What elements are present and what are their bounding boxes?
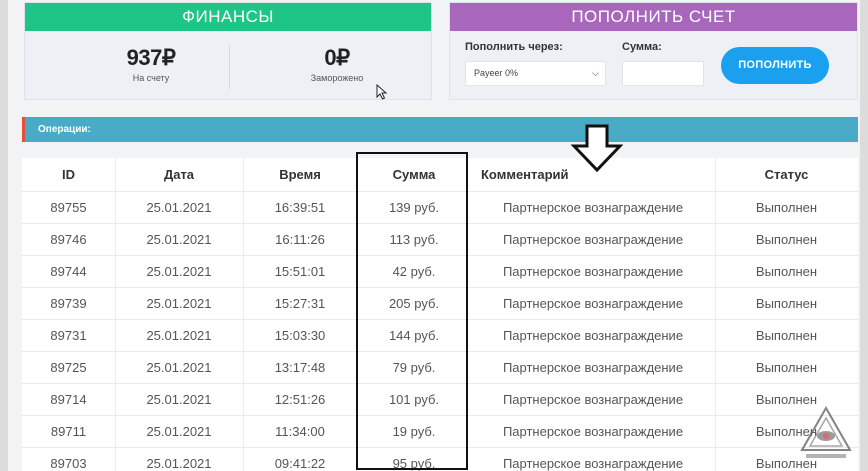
cell-time: 13:17:48 — [274, 360, 326, 375]
payment-method-select[interactable]: Payeer 0% ⌵ — [465, 61, 606, 86]
down-arrow-icon — [571, 124, 623, 172]
cell-time: 11:34:00 — [275, 424, 325, 439]
frozen-amount: 0₽ — [324, 45, 350, 70]
cell-status: Выполнен — [755, 328, 818, 343]
operations-title: Операции: — [38, 124, 91, 135]
column-header-status[interactable]: Статус — [715, 158, 858, 191]
topup-card: ПОПОЛНИТЬ СЧЕТ Пополнить через: Сумма: P… — [449, 2, 858, 100]
left-margin — [0, 0, 8, 471]
cell-date: 25.01.2021 — [146, 456, 212, 471]
finance-divider — [229, 45, 230, 89]
cell-date: 25.01.2021 — [146, 200, 212, 215]
topup-button[interactable]: ПОПОЛНИТЬ — [721, 47, 829, 84]
sum-label: Сумма: — [622, 41, 662, 53]
cell-comment: Партнерское вознаграждение — [502, 328, 684, 343]
cell-status: Выполнен — [755, 232, 818, 247]
column-divider — [715, 158, 716, 471]
cell-comment: Партнерское вознаграждение — [502, 232, 684, 247]
cell-date: 25.01.2021 — [146, 232, 212, 247]
chevron-down-icon: ⌵ — [592, 68, 599, 78]
finance-card: ФИНАНСЫ 937₽ На счету 0₽ Заморожено — [24, 2, 432, 100]
page: ФИНАНСЫ 937₽ На счету 0₽ Заморожено ПОПО… — [0, 0, 868, 471]
cell-id: 89755 — [50, 200, 87, 215]
cell-time: 15:03:30 — [274, 328, 326, 343]
cell-time: 12:51:26 — [274, 392, 326, 407]
cell-id: 89731 — [50, 328, 87, 343]
cell-time: 09:41:22 — [274, 456, 326, 471]
cell-status: Выполнен — [755, 296, 818, 311]
cell-id: 89725 — [50, 360, 87, 375]
frozen-block: 0₽ Заморожено — [247, 45, 427, 83]
mouse-pointer-icon — [376, 84, 388, 100]
cell-status: Выполнен — [755, 264, 818, 279]
payment-method-value: Payeer 0% — [474, 68, 519, 78]
cell-date: 25.01.2021 — [146, 392, 212, 407]
cell-id: 89746 — [50, 232, 87, 247]
column-divider — [115, 158, 116, 471]
column-header-date[interactable]: Дата — [115, 158, 243, 191]
cell-id: 89744 — [50, 264, 87, 279]
cell-comment: Партнерское вознаграждение — [502, 456, 684, 471]
balance-block: 937₽ На счету — [61, 45, 241, 83]
cell-id: 89714 — [50, 392, 87, 407]
cell-time: 15:27:31 — [274, 296, 326, 311]
operations-bar: Операции: — [22, 117, 858, 142]
right-margin — [860, 0, 868, 471]
balance-amount: 937₽ — [126, 45, 176, 70]
finance-body: 937₽ На счету 0₽ Заморожено — [25, 31, 431, 100]
cell-comment: Партнерское вознаграждение — [502, 296, 684, 311]
balance-label: На счету — [132, 73, 170, 83]
cell-time: 16:39:51 — [274, 200, 326, 215]
finance-title: ФИНАНСЫ — [25, 3, 431, 31]
column-header-id[interactable]: ID — [22, 158, 115, 191]
cell-comment: Партнерское вознаграждение — [502, 360, 684, 375]
cell-status: Выполнен — [755, 360, 818, 375]
cell-time: 15:51:01 — [274, 264, 326, 279]
cell-comment: Партнерское вознаграждение — [502, 264, 684, 279]
cell-id: 89711 — [50, 424, 87, 439]
sum-input[interactable] — [622, 61, 704, 86]
eye-triangle-logo-icon — [800, 405, 852, 458]
cell-comment: Партнерское вознаграждение — [502, 392, 684, 407]
cell-time: 16:11:26 — [275, 232, 325, 247]
cell-id: 89739 — [50, 296, 87, 311]
sum-column-highlight-box — [356, 152, 468, 470]
topup-title: ПОПОЛНИТЬ СЧЕТ — [450, 3, 857, 31]
method-label: Пополнить через: — [465, 41, 563, 53]
cell-comment: Партнерское вознаграждение — [502, 424, 684, 439]
cell-date: 25.01.2021 — [146, 424, 212, 439]
cell-id: 89703 — [50, 456, 87, 471]
cell-date: 25.01.2021 — [146, 296, 212, 311]
cell-date: 25.01.2021 — [146, 360, 212, 375]
cell-date: 25.01.2021 — [146, 264, 212, 279]
frozen-label: Заморожено — [310, 73, 364, 83]
column-header-time[interactable]: Время — [243, 158, 357, 191]
cell-comment: Партнерское вознаграждение — [502, 200, 684, 215]
column-divider — [243, 158, 244, 471]
cell-date: 25.01.2021 — [146, 328, 212, 343]
cell-status: Выполнен — [755, 200, 818, 215]
